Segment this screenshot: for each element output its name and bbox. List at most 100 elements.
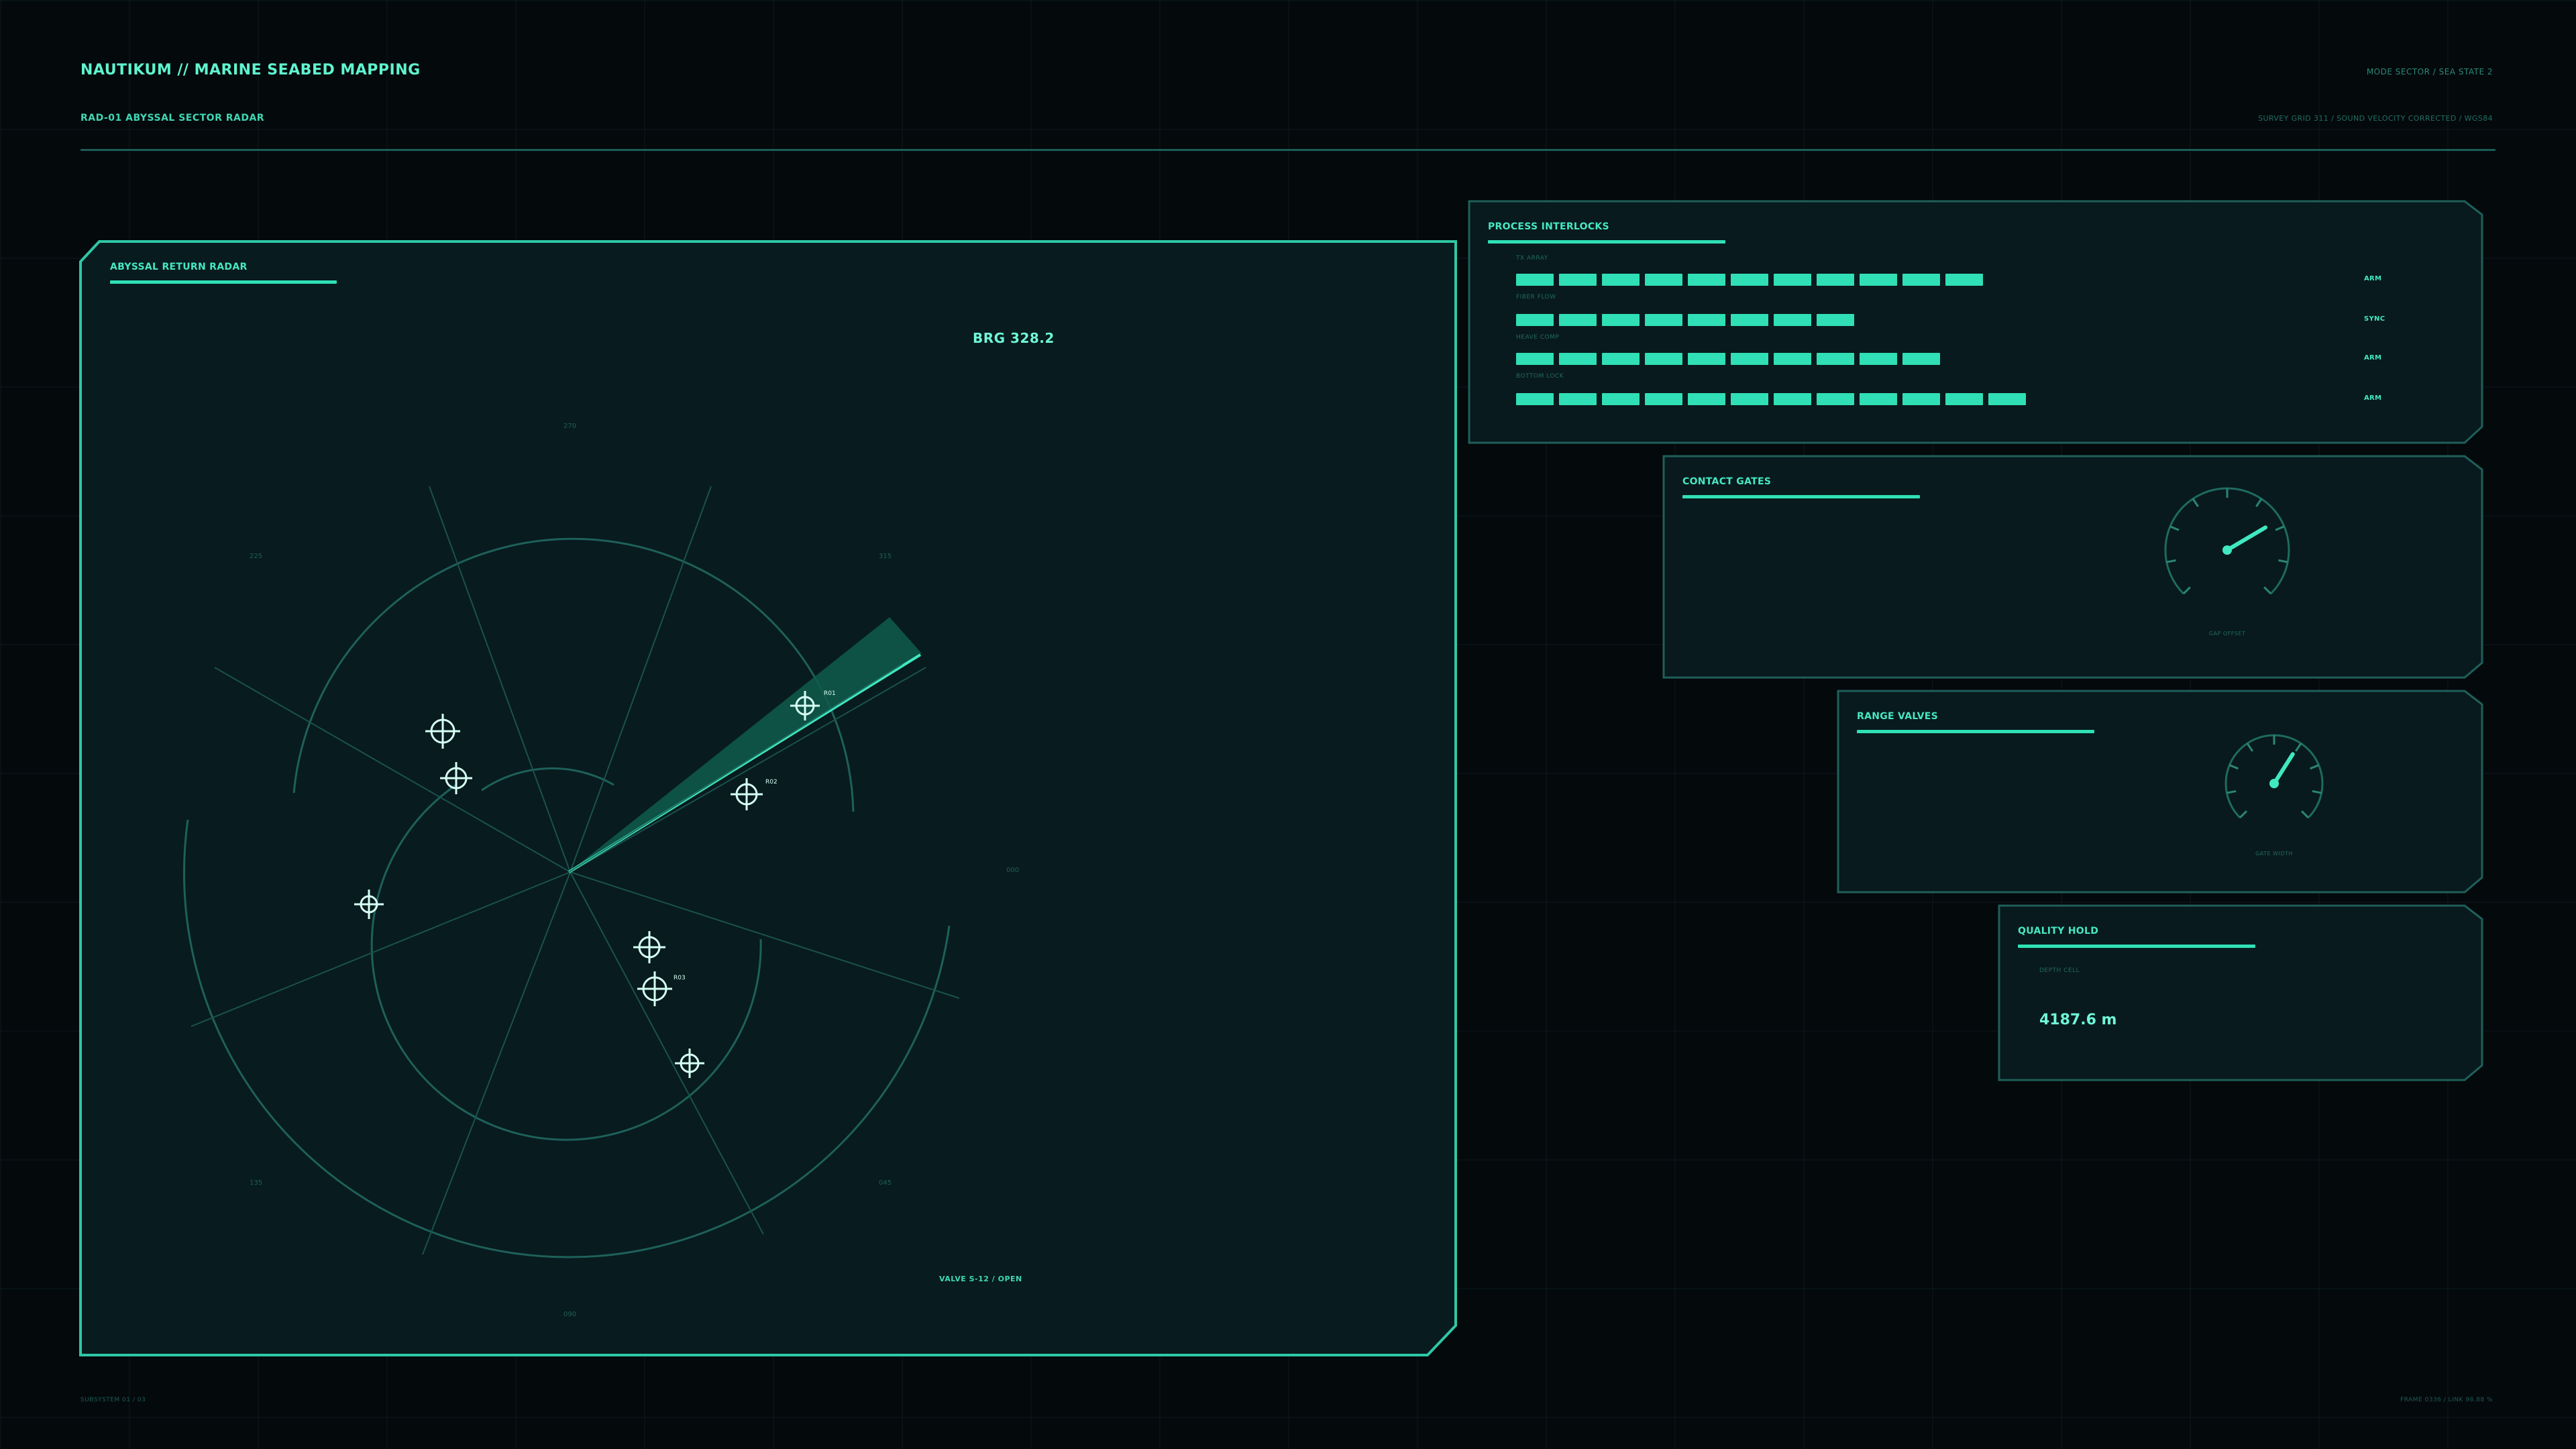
contact-marker bbox=[440, 762, 472, 794]
interlock-row-label: BOTTOM LOCK bbox=[1516, 373, 1564, 380]
contact-marker bbox=[731, 778, 763, 810]
interlock-level-segment bbox=[1559, 314, 1597, 326]
radar-spoke bbox=[570, 871, 764, 1235]
gauge-tick bbox=[2310, 764, 2320, 770]
interlock-level-segment bbox=[1645, 393, 1682, 405]
contact-label: R02 bbox=[765, 779, 777, 786]
gauge-tick bbox=[2246, 743, 2254, 752]
depth-cell-value: 4187.6 m bbox=[2039, 1012, 2117, 1028]
interlock-row-label: FIBER FLOW bbox=[1516, 294, 1556, 301]
interlock-level-segment bbox=[1688, 314, 1725, 326]
bearing-tick-label: 225 bbox=[250, 553, 262, 560]
interlock-level-segment bbox=[1516, 274, 1554, 286]
interlock-level-segment bbox=[1602, 393, 1640, 405]
gauge-needle bbox=[2225, 525, 2268, 552]
gate-width-gauge-label: GATE WIDTH bbox=[2255, 851, 2293, 857]
interlock-level-segment bbox=[1774, 393, 1811, 405]
radar-spoke bbox=[429, 486, 571, 873]
quality-hold-panel-title: QUALITY HOLD bbox=[2018, 926, 2099, 936]
radar-ring-outer bbox=[183, 819, 951, 1258]
interlock-level-segment bbox=[1645, 274, 1682, 286]
interlock-level-bar bbox=[1516, 353, 1940, 365]
interlock-row-label: HEAVE COMP bbox=[1516, 334, 1560, 341]
contact-gates-panel-title: CONTACT GATES bbox=[1682, 476, 1772, 487]
contact-marker bbox=[425, 714, 460, 749]
interlock-level-segment bbox=[1688, 274, 1725, 286]
range-valves-panel-title: RANGE VALVES bbox=[1857, 711, 1939, 722]
interlock-level-segment bbox=[1860, 274, 1897, 286]
interlock-level-segment bbox=[1731, 314, 1768, 326]
bearing-tick-label: 270 bbox=[564, 423, 576, 430]
radar-spoke bbox=[570, 486, 712, 873]
interlock-level-segment bbox=[1817, 274, 1854, 286]
gauge-tick bbox=[2263, 586, 2272, 595]
gauge-tick bbox=[2229, 764, 2239, 770]
quality-hold-title-underline bbox=[2018, 945, 2255, 948]
bearing-tick-label: 135 bbox=[250, 1179, 262, 1187]
interlock-level-segment bbox=[1516, 393, 1554, 405]
interlock-level-bar bbox=[1516, 314, 1854, 326]
interlock-level-segment bbox=[1902, 353, 1940, 365]
interlock-status: SYNC bbox=[2364, 315, 2385, 323]
gap-offset-gauge-label: GAP OFFSET bbox=[2208, 631, 2246, 637]
interlock-level-segment bbox=[1731, 274, 1768, 286]
gauge-dial bbox=[2164, 487, 2290, 595]
radar-ring-inner-top bbox=[481, 767, 614, 792]
gauge-hub bbox=[2269, 779, 2279, 788]
gauge-tick bbox=[2226, 790, 2237, 794]
radar-spoke bbox=[570, 871, 960, 999]
interlock-level-segment bbox=[1817, 314, 1854, 326]
interlock-level-segment bbox=[1688, 393, 1725, 405]
interlock-level-segment bbox=[1602, 353, 1640, 365]
bearing-tick-label: 045 bbox=[879, 1179, 892, 1187]
frame-link-status: FRAME 0336 / LINK 98.88 % bbox=[2400, 1397, 2493, 1403]
gauge-tick bbox=[2278, 559, 2288, 564]
interlock-level-segment bbox=[1774, 353, 1811, 365]
contact-label: R01 bbox=[824, 690, 836, 697]
interlock-level-segment bbox=[1602, 274, 1640, 286]
gauge-tick bbox=[2312, 790, 2322, 794]
interlock-level-segment bbox=[1817, 353, 1854, 365]
interlock-level-bar bbox=[1516, 274, 1983, 286]
gauge-tick bbox=[2166, 559, 2176, 564]
gauge-tick bbox=[2275, 525, 2285, 531]
interlock-level-segment bbox=[1945, 393, 1983, 405]
gauge-tick bbox=[2255, 498, 2263, 507]
bearing-tick-label: 000 bbox=[1006, 867, 1019, 874]
interlock-level-segment bbox=[1516, 314, 1554, 326]
interlock-level-segment bbox=[1945, 274, 1983, 286]
interlock-level-segment bbox=[1774, 314, 1811, 326]
contact-marker bbox=[633, 931, 665, 963]
interlock-status: ARM bbox=[2364, 354, 2382, 362]
interlock-row-label: TX ARRAY bbox=[1516, 255, 1548, 262]
gate-width-gauge bbox=[2224, 734, 2324, 818]
interlock-status: ARM bbox=[2364, 394, 2382, 402]
interlock-level-segment bbox=[1731, 393, 1768, 405]
interlock-level-segment bbox=[1688, 353, 1725, 365]
radar-scope: 270 225 315 000 135 045 090 R01 R02 R03 bbox=[183, 423, 1019, 1318]
radar-spoke bbox=[570, 667, 926, 873]
interlock-level-segment bbox=[1559, 393, 1597, 405]
gauge-dial bbox=[2224, 734, 2324, 818]
radar-sweep-edge bbox=[568, 663, 903, 873]
contact-gates-title-underline bbox=[1682, 495, 1920, 498]
subsystem-status: SUBSYSTEM 01 / 03 bbox=[80, 1397, 146, 1403]
contact-label: R03 bbox=[674, 975, 686, 981]
gauge-tick bbox=[2182, 586, 2191, 595]
gauge-arc bbox=[2164, 487, 2290, 595]
depth-cell-label: DEPTH CELL bbox=[2039, 967, 2080, 974]
interlock-level-segment bbox=[1902, 274, 1940, 286]
interlocks-panel-title: PROCESS INTERLOCKS bbox=[1488, 221, 1609, 232]
contact-marker bbox=[675, 1049, 704, 1078]
interlock-level-bar bbox=[1516, 393, 2026, 405]
gauge-arc bbox=[2224, 734, 2324, 818]
interlock-level-segment bbox=[1602, 314, 1640, 326]
interlock-level-segment bbox=[1559, 274, 1597, 286]
gauge-tick bbox=[2239, 810, 2248, 818]
radar-ring-inner bbox=[370, 784, 762, 1141]
contact-marker bbox=[637, 971, 672, 1006]
interlock-level-segment bbox=[1774, 274, 1811, 286]
radar-spoke bbox=[214, 667, 571, 873]
gauge-tick bbox=[2300, 810, 2309, 818]
interlock-level-segment bbox=[1516, 353, 1554, 365]
